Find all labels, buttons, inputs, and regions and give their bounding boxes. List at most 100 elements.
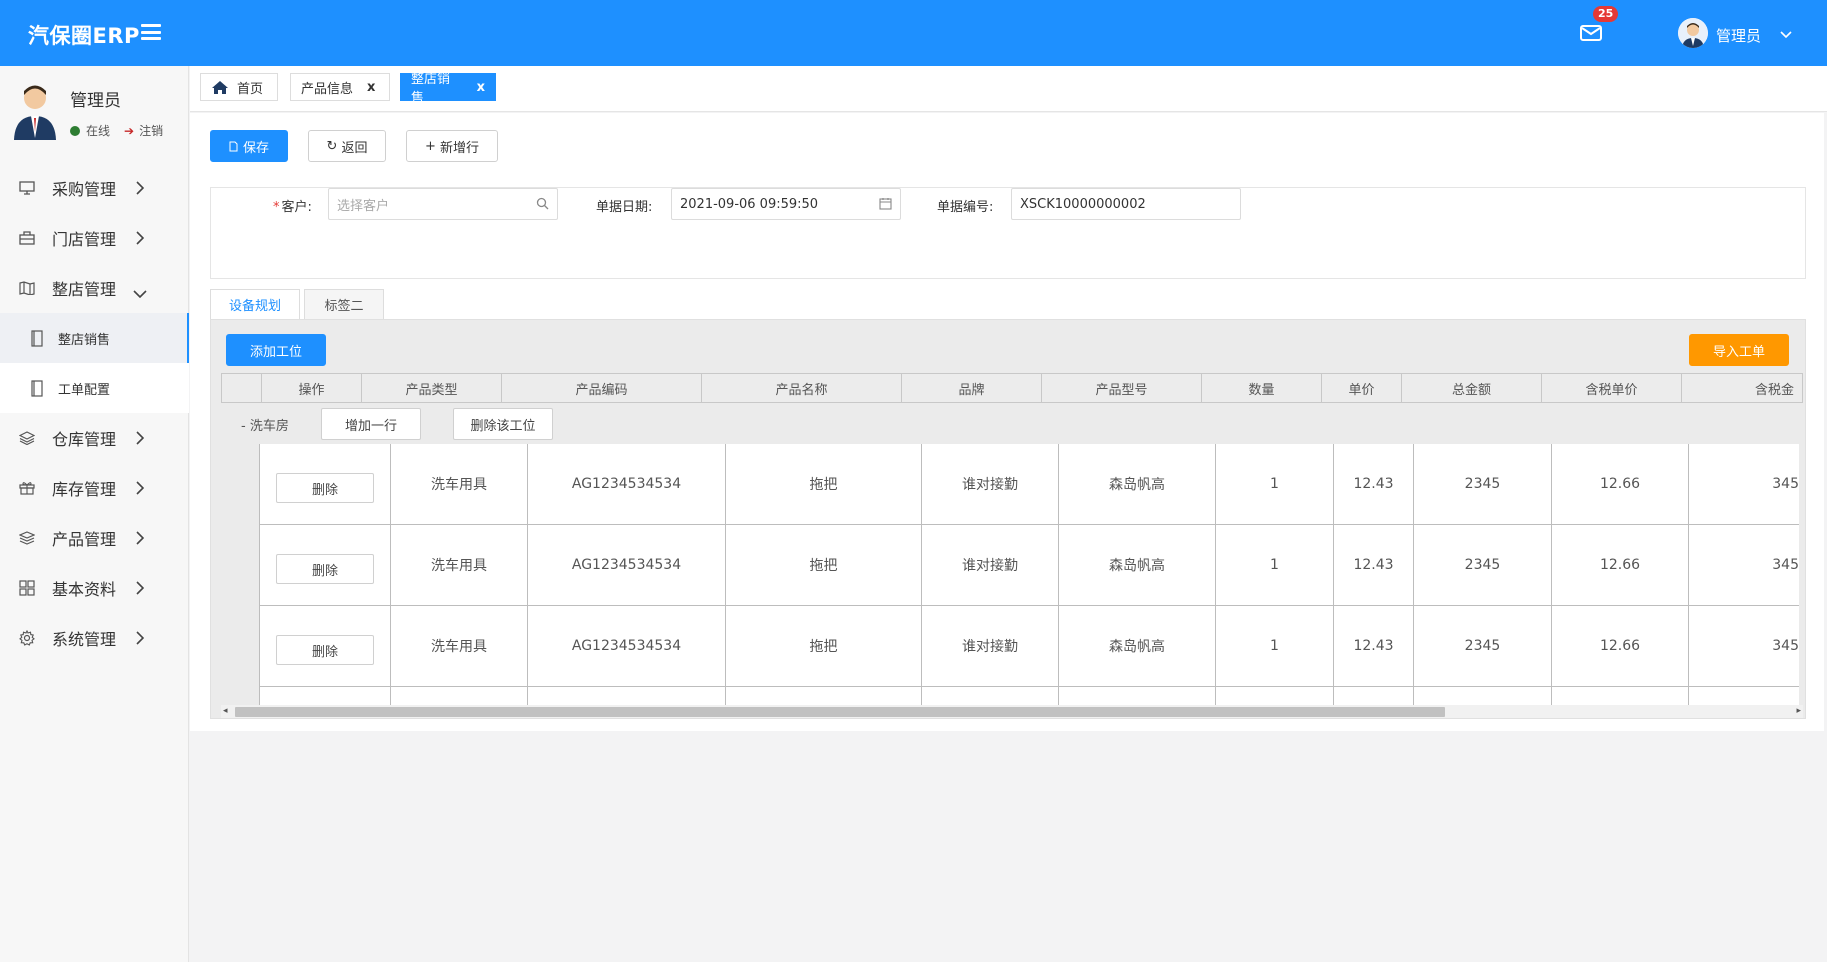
header-cell: 品牌 — [902, 374, 1042, 402]
logout-link[interactable]: 注销 — [139, 122, 163, 139]
delete-button[interactable]: 删除 — [276, 554, 374, 584]
group-label[interactable]: - 洗车房 — [241, 415, 289, 434]
menu-item-warehouse[interactable]: 仓库管理 — [0, 413, 189, 463]
header-cell: 产品型号 — [1042, 374, 1202, 402]
menu-item-product[interactable]: 产品管理 — [0, 513, 189, 563]
header-cell — [222, 374, 262, 402]
tab-whole-sales[interactable]: 整店销售 x — [400, 72, 496, 106]
document-icon — [30, 329, 44, 347]
add-row-button[interactable]: + 新增行 — [406, 130, 498, 162]
menu-toggle-icon[interactable] — [141, 24, 161, 40]
chevron-right-icon — [136, 530, 145, 549]
save-button[interactable]: 保存 — [210, 130, 288, 162]
cell-qty: 1 — [1216, 525, 1334, 605]
table-row: 删除 洗车用具 AG1234534534 拖把 谁对接勤 森岛帆高 1 12.4… — [259, 444, 1799, 525]
table-header: 操作 产品类型 产品编码 产品名称 品牌 产品型号 数量 单价 总金额 含税单价… — [221, 373, 1803, 403]
cell-tax-total: 345 — [1772, 638, 1799, 654]
back-button[interactable]: ↻ 返回 — [308, 130, 386, 162]
table-row: 删除 洗车用具 AG1234534534 拖把 谁对接勤 森岛帆高 1 12.4… — [259, 525, 1799, 606]
page-tabs: 首页 产品信息 x 整店销售 x — [190, 66, 1827, 112]
chevron-right-icon — [136, 230, 145, 249]
menu-item-whole-store[interactable]: 整店管理 — [0, 263, 189, 313]
close-icon[interactable]: x — [367, 80, 375, 95]
online-label: 在线 — [86, 124, 111, 138]
status-line: 在线 ➔ 注销 — [70, 122, 163, 139]
online-dot-icon — [70, 125, 80, 136]
table-body: 删除 洗车用具 AG1234534534 拖把 谁对接勤 森岛帆高 1 12.4… — [259, 444, 1799, 717]
cell-code: AG1234534534 — [528, 444, 726, 524]
plus-icon: + — [425, 138, 436, 154]
chevron-right-icon — [136, 430, 145, 449]
delete-station-button[interactable]: 删除该工位 — [453, 408, 553, 440]
add-station-button[interactable]: 添加工位 — [226, 334, 326, 366]
import-order-button[interactable]: 导入工单 — [1689, 334, 1789, 366]
cell-model: 森岛帆高 — [1059, 525, 1216, 605]
delete-button[interactable]: 删除 — [276, 473, 374, 503]
code-label: 单据编号: — [937, 200, 994, 215]
tab-equipment-plan[interactable]: 设备规划 — [210, 289, 300, 319]
scroll-left-icon[interactable]: ◂ — [223, 706, 228, 716]
cell-name: 拖把 — [726, 444, 922, 524]
customer-label-text: 客户: — [281, 200, 312, 215]
scroll-right-icon[interactable]: ▸ — [1796, 706, 1801, 716]
document-icon — [30, 379, 44, 397]
tab-product-info[interactable]: 产品信息 x — [290, 73, 390, 101]
tab-home[interactable]: 首页 — [200, 73, 278, 101]
header-cell: 总金额 — [1402, 374, 1542, 402]
chevron-right-icon — [136, 480, 145, 499]
sidebar-item-whole-sales[interactable]: 整店销售 — [0, 313, 189, 363]
logout-icon[interactable]: ➔ — [124, 124, 134, 138]
chevron-right-icon — [136, 630, 145, 649]
menu-item-purchase[interactable]: 采购管理 — [0, 163, 189, 213]
avatar[interactable] — [1678, 18, 1708, 48]
scroll-thumb[interactable] — [235, 707, 1445, 717]
cell-type: 洗车用具 — [391, 444, 528, 524]
cell-price: 12.43 — [1334, 444, 1414, 524]
menu-item-system[interactable]: 系统管理 — [0, 613, 189, 663]
menu-label: 库存管理 — [52, 480, 117, 499]
top-username[interactable]: 管理员 — [1716, 25, 1761, 46]
menu-item-inventory[interactable]: 库存管理 — [0, 463, 189, 513]
customer-field[interactable]: 选择客户 — [328, 188, 558, 220]
cell-qty: 1 — [1216, 444, 1334, 524]
map-icon — [18, 279, 36, 297]
content-panel: 保存 ↻ 返回 + 新增行 * 客户: 选择客户 单据日期: 2021-09-06… — [190, 113, 1824, 731]
cell-total: 2345 — [1414, 606, 1552, 686]
chevron-down-icon — [133, 283, 147, 302]
delete-button[interactable]: 删除 — [276, 635, 374, 665]
menu-label: 采购管理 — [52, 180, 117, 199]
add-row-label: 新增行 — [439, 140, 479, 156]
date-label: 单据日期: — [596, 200, 653, 215]
menu-label: 仓库管理 — [52, 430, 117, 449]
cell-name: 拖把 — [726, 525, 922, 605]
tab-label: 产品信息 — [301, 81, 354, 97]
header-cell: 操作 — [262, 374, 362, 402]
cell-type: 洗车用具 — [391, 525, 528, 605]
chevron-down-icon[interactable] — [1780, 28, 1792, 43]
cell-code: AG1234534534 — [528, 525, 726, 605]
tab-label-two[interactable]: 标签二 — [304, 289, 384, 319]
code-field[interactable]: XSCK10000000002 — [1011, 188, 1241, 220]
header-cell: 含税金 — [1754, 382, 1794, 398]
sidebar: 管理员 在线 ➔ 注销 采购管理 门店管理 整店管理 整店销售 工单配置 仓库管… — [0, 66, 189, 962]
close-icon[interactable]: x — [477, 80, 485, 95]
stack-icon — [18, 529, 36, 547]
gear-icon — [18, 629, 36, 647]
header-cell: 单价 — [1322, 374, 1402, 402]
cell-tax-total: 345 — [1772, 476, 1799, 492]
refresh-icon: ↻ — [326, 138, 338, 154]
menu-item-store[interactable]: 门店管理 — [0, 213, 189, 263]
sidebar-item-order-config[interactable]: 工单配置 — [0, 363, 189, 413]
back-label: 返回 — [341, 140, 368, 156]
notification-badge: 25 — [1593, 6, 1619, 22]
chevron-right-icon — [136, 580, 145, 599]
add-line-button[interactable]: 增加一行 — [321, 408, 421, 440]
date-field[interactable]: 2021-09-06 09:59:50 — [671, 188, 901, 220]
mail-icon[interactable] — [1580, 24, 1602, 42]
file-icon — [229, 141, 238, 152]
search-icon — [536, 197, 549, 214]
cell-code: AG1234534534 — [528, 606, 726, 686]
profile-name: 管理员 — [70, 91, 121, 111]
menu-item-basic[interactable]: 基本资料 — [0, 563, 189, 613]
horizontal-scrollbar[interactable]: ◂ ▸ — [221, 705, 1803, 718]
